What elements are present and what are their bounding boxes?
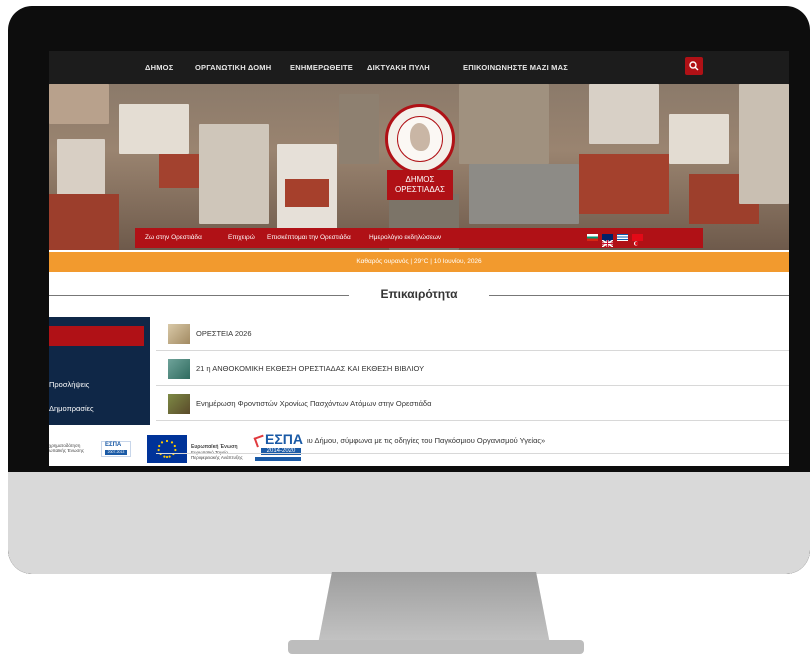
espa-logo[interactable]: ΕΣΠΑ 2014-2020 bbox=[253, 431, 309, 463]
news-thumbnail bbox=[168, 394, 190, 414]
monitor-chin bbox=[8, 472, 810, 574]
uk-flag-icon[interactable] bbox=[601, 234, 614, 248]
nav-item-municipality[interactable]: ΔΗΜΟΣ bbox=[145, 51, 173, 84]
seal-label-line1: ΔΗΜΟΣ bbox=[405, 175, 435, 184]
bulgarian-flag-icon[interactable] bbox=[587, 234, 598, 241]
nav-item-web-portal[interactable]: ΔΙΚΤΥΑΚΗ ΠΥΛΗ bbox=[367, 51, 430, 84]
funding-logos-strip: χρηματοδότηση ωπαϊκής Ένωσης ΕΣΠΑ 2007-2… bbox=[49, 429, 789, 466]
eu-funding-text: χρηματοδότηση ωπαϊκής Ένωσης bbox=[49, 443, 85, 453]
monitor-stand-base bbox=[288, 640, 584, 654]
seal-label-line2: ΟΡΕΣΤΙΑΔΑΣ bbox=[395, 185, 445, 194]
weather-bar: Καθαρός ουρανός | 29°C | 10 Ιουνίου, 202… bbox=[49, 252, 789, 272]
sidebar-link-auctions[interactable]: Δημοπρασίες bbox=[49, 404, 94, 413]
sidebar-red-bar[interactable] bbox=[49, 326, 144, 346]
sidebar-link-hiring[interactable]: Προσλήψεις bbox=[49, 380, 89, 389]
subnav-visit[interactable]: Επισκέπτομαι την Ορεστιάδα bbox=[267, 228, 351, 248]
subnav-live[interactable]: Ζω στην Ορεστιάδα bbox=[145, 228, 202, 248]
espa-small-logo[interactable]: ΕΣΠΑ 2007-2013 bbox=[101, 441, 131, 457]
news-section-title: Επικαιρότητα bbox=[49, 287, 789, 301]
search-icon bbox=[689, 61, 699, 71]
monitor-frame: ΔΗΜΟΣ ΟΡΓΑΝΩΤΙΚΗ ΔΟΜΗ ΕΝΗΜΕΡΩΘΕΙΤΕ ΔΙΚΤΥ… bbox=[8, 6, 810, 574]
secondary-navigation: Ζω στην Ορεστιάδα Επιχειρώ Επισκέπτομαι … bbox=[135, 228, 703, 248]
search-button[interactable] bbox=[685, 57, 703, 75]
news-thumbnail bbox=[168, 359, 190, 379]
news-item[interactable]: Ενημέρωση Φροντιστών Χρονίως Πασχόντων Α… bbox=[156, 387, 789, 421]
subnav-business[interactable]: Επιχειρώ bbox=[228, 228, 255, 248]
municipality-name-badge: ΔΗΜΟΣ ΟΡΕΣΤΙΑΔΑΣ bbox=[387, 170, 453, 200]
nav-item-contact[interactable]: ΕΠΙΚΟΙΝΩΝΗΣΤΕ ΜΑΖΙ ΜΑΣ bbox=[463, 51, 568, 84]
news-title[interactable]: ιυ Δήμου, σύμφωνα με τις οδηγίες του Παγ… bbox=[307, 429, 545, 453]
turkish-flag-icon[interactable] bbox=[632, 234, 643, 246]
news-title[interactable]: ΟΡΕΣΤΕΙΑ 2026 bbox=[196, 317, 252, 351]
news-item[interactable]: 21 η ΑΝΘΟΚΟΜΙΚΗ ΕΚΘΕΣΗ ΟΡΕΣΤΙΑΔΑΣ ΚΑΙ ΕΚ… bbox=[156, 352, 789, 386]
municipality-seal-logo[interactable] bbox=[385, 104, 455, 174]
eu-flag-icon bbox=[147, 435, 187, 463]
website-screen: ΔΗΜΟΣ ΟΡΓΑΝΩΤΙΚΗ ΔΟΜΗ ΕΝΗΜΕΡΩΘΕΙΤΕ ΔΙΚΤΥ… bbox=[49, 51, 789, 466]
nav-item-organization[interactable]: ΟΡΓΑΝΩΤΙΚΗ ΔΟΜΗ bbox=[195, 51, 271, 84]
news-divider bbox=[156, 453, 789, 454]
news-title[interactable]: 21 η ΑΝΘΟΚΟΜΙΚΗ ΕΚΘΕΣΗ ΟΡΕΣΤΙΑΔΑΣ ΚΑΙ ΕΚ… bbox=[196, 352, 424, 386]
subnav-events[interactable]: Ημερολόγιο εκδηλώσεων bbox=[369, 228, 441, 248]
nav-item-news[interactable]: ΕΝΗΜΕΡΩΘΕΙΤΕ bbox=[290, 51, 353, 84]
news-item[interactable]: ΟΡΕΣΤΕΙΑ 2026 bbox=[156, 317, 789, 351]
news-title[interactable]: Ενημέρωση Φροντιστών Χρονίως Πασχόντων Α… bbox=[196, 387, 431, 421]
sidebar-panel: Προσλήψεις Δημοπρασίες bbox=[49, 317, 150, 425]
news-thumbnail bbox=[168, 324, 190, 344]
hero-city-photo: ΔΗΜΟΣ ΟΡΕΣΤΙΑΔΑΣ bbox=[49, 84, 789, 250]
greek-flag-icon[interactable] bbox=[617, 234, 628, 241]
monitor-stand bbox=[318, 572, 550, 644]
top-navigation: ΔΗΜΟΣ ΟΡΓΑΝΩΤΙΚΗ ΔΟΜΗ ΕΝΗΜΕΡΩΘΕΙΤΕ ΔΙΚΤΥ… bbox=[49, 51, 789, 84]
